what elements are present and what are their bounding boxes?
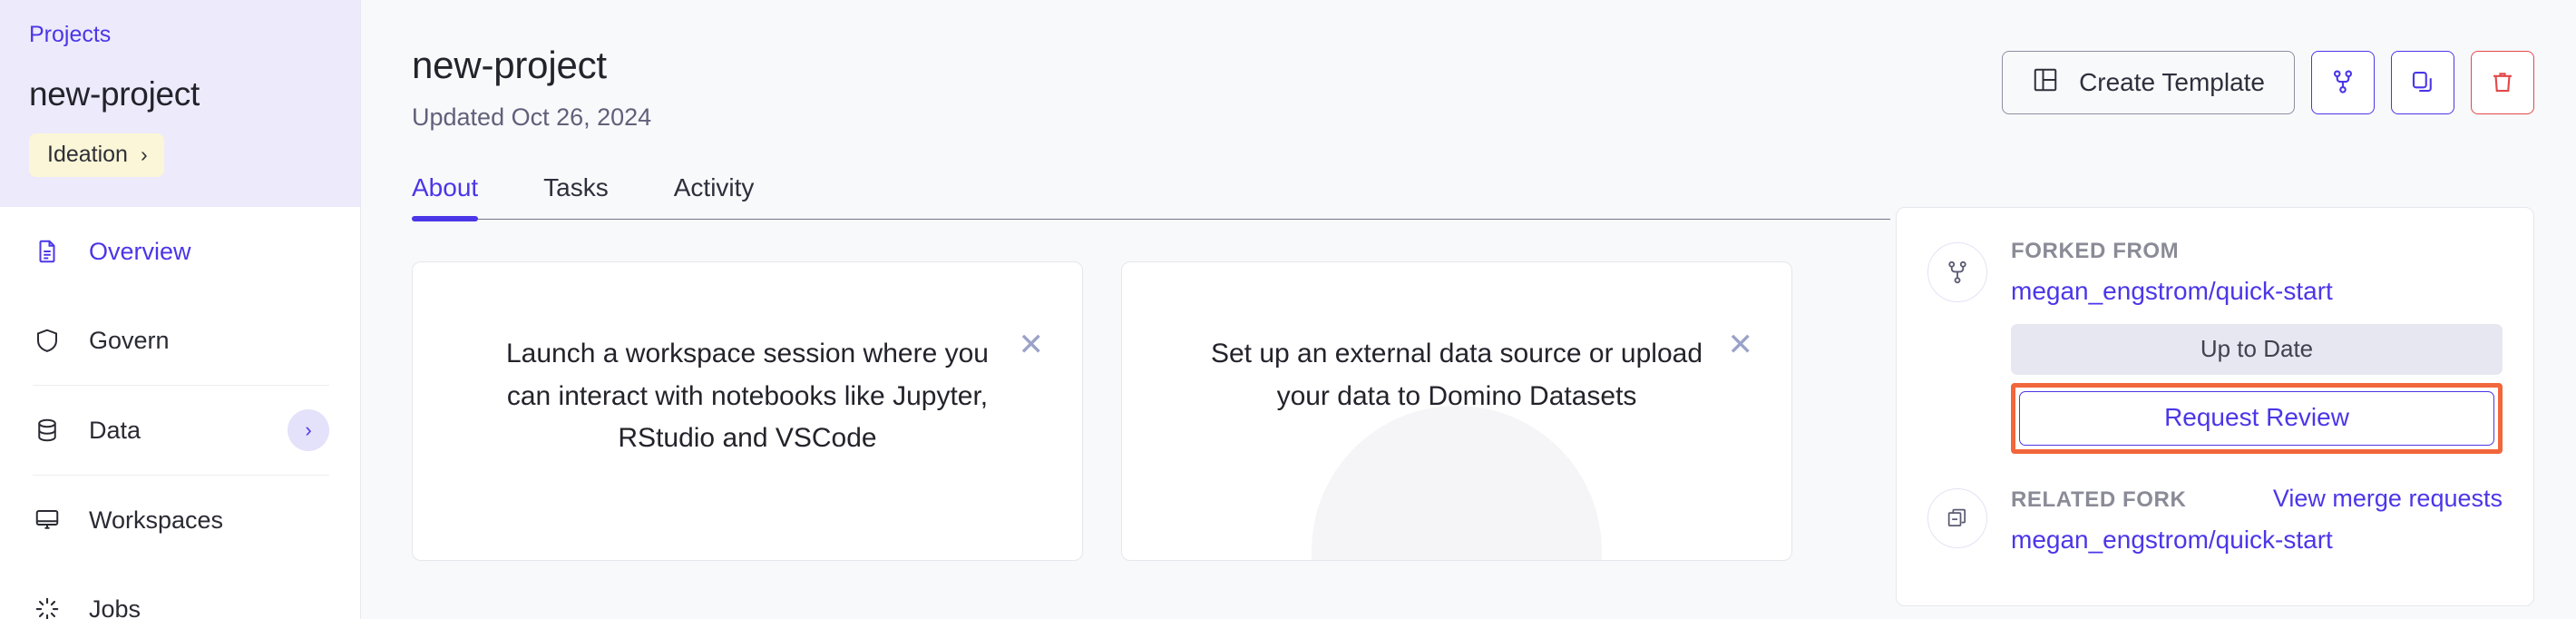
tab-activity[interactable]: Activity [674,173,755,219]
related-fork-section: RELATED FORK View merge requests megan_e… [1927,485,2503,573]
view-merge-requests-link[interactable]: View merge requests [2273,485,2503,513]
forked-from-section: FORKED FROM megan_engstrom/quick-start U… [1927,239,2503,454]
document-icon [33,237,62,266]
sidebar-header: Projects new-project Ideation › [0,0,360,207]
spinner-icon [33,594,62,619]
tab-tasks[interactable]: Tasks [543,173,609,219]
stage-badge-ideation[interactable]: Ideation › [29,133,164,177]
decorative-blob [1312,406,1602,560]
forked-from-body: FORKED FROM megan_engstrom/quick-start U… [2011,239,2503,454]
chevron-right-icon: › [140,142,148,166]
page-title: new-project [412,44,607,86]
close-icon[interactable]: ✕ [1019,329,1045,360]
forked-from-link[interactable]: megan_engstrom/quick-start [2011,277,2503,306]
card-text: Launch a workspace session where you can… [506,339,989,453]
sidebar-item-overview[interactable]: Overview [0,207,360,296]
breadcrumb-projects[interactable]: Projects [29,20,331,50]
duplicate-project-button[interactable] [2391,51,2454,114]
stage-badge-label: Ideation [47,141,128,167]
copy-stack-icon [1927,488,1987,548]
sidebar-nav: Overview Govern Data › Workspaces Jobs [0,207,360,619]
fork-icon [2329,68,2356,98]
sidebar: Projects new-project Ideation › Overview [0,0,361,619]
card-data-source: Set up an external data source or upload… [1121,261,1792,561]
sidebar-item-data[interactable]: Data › [0,386,360,475]
updated-timestamp: Updated Oct 26, 2024 [412,103,652,131]
related-fork-body: RELATED FORK View merge requests megan_e… [2011,485,2503,573]
sidebar-item-label: Workspaces [89,506,224,534]
sidebar-item-govern[interactable]: Govern [0,296,360,385]
header-actions: Create Template [2002,44,2534,114]
main-header: new-project Updated Oct 26, 2024 Create … [361,0,2576,132]
related-fork-label: RELATED FORK [2011,487,2187,512]
app-root: Projects new-project Ideation › Overview [0,0,2576,619]
card-workspace-session: Launch a workspace session where you can… [412,261,1083,561]
sidebar-data-expand-chevron-icon[interactable]: › [288,409,329,451]
database-icon [33,416,62,445]
tab-about[interactable]: About [412,173,479,221]
main-content: new-project Updated Oct 26, 2024 Create … [361,0,2576,619]
related-fork-link[interactable]: megan_engstrom/quick-start [2011,526,2503,555]
fork-project-button[interactable] [2311,51,2375,114]
shield-icon [33,326,62,355]
trash-icon [2489,68,2516,98]
copy-icon [2409,68,2436,98]
sidebar-item-label: Data [89,416,141,444]
sidebar-item-label: Jobs [89,594,141,619]
main-header-text: new-project Updated Oct 26, 2024 [412,44,2002,132]
request-review-button[interactable]: Request Review [2019,391,2494,446]
tab-bar: About Tasks Activity [412,173,1890,221]
forked-from-label: FORKED FROM [2011,239,2180,263]
layout-template-icon [2032,66,2059,100]
monitor-icon [33,506,62,535]
create-template-label: Create Template [2079,68,2265,96]
related-fork-header: RELATED FORK View merge requests [2011,485,2503,526]
status-badge-up-to-date: Up to Date [2011,324,2503,375]
close-icon[interactable]: ✕ [1728,329,1754,360]
sidebar-project-name: new-project [29,74,200,113]
fork-icon [1927,242,1987,302]
create-template-button[interactable]: Create Template [2002,51,2295,114]
request-review-highlight: Request Review [2011,383,2503,454]
sidebar-item-jobs[interactable]: Jobs [0,565,360,619]
sidebar-item-label: Govern [89,326,170,354]
fork-info-panel: FORKED FROM megan_engstrom/quick-start U… [1896,207,2534,606]
sidebar-item-label: Overview [89,237,191,265]
sidebar-item-workspaces[interactable]: Workspaces [0,476,360,565]
delete-project-button[interactable] [2471,51,2534,114]
